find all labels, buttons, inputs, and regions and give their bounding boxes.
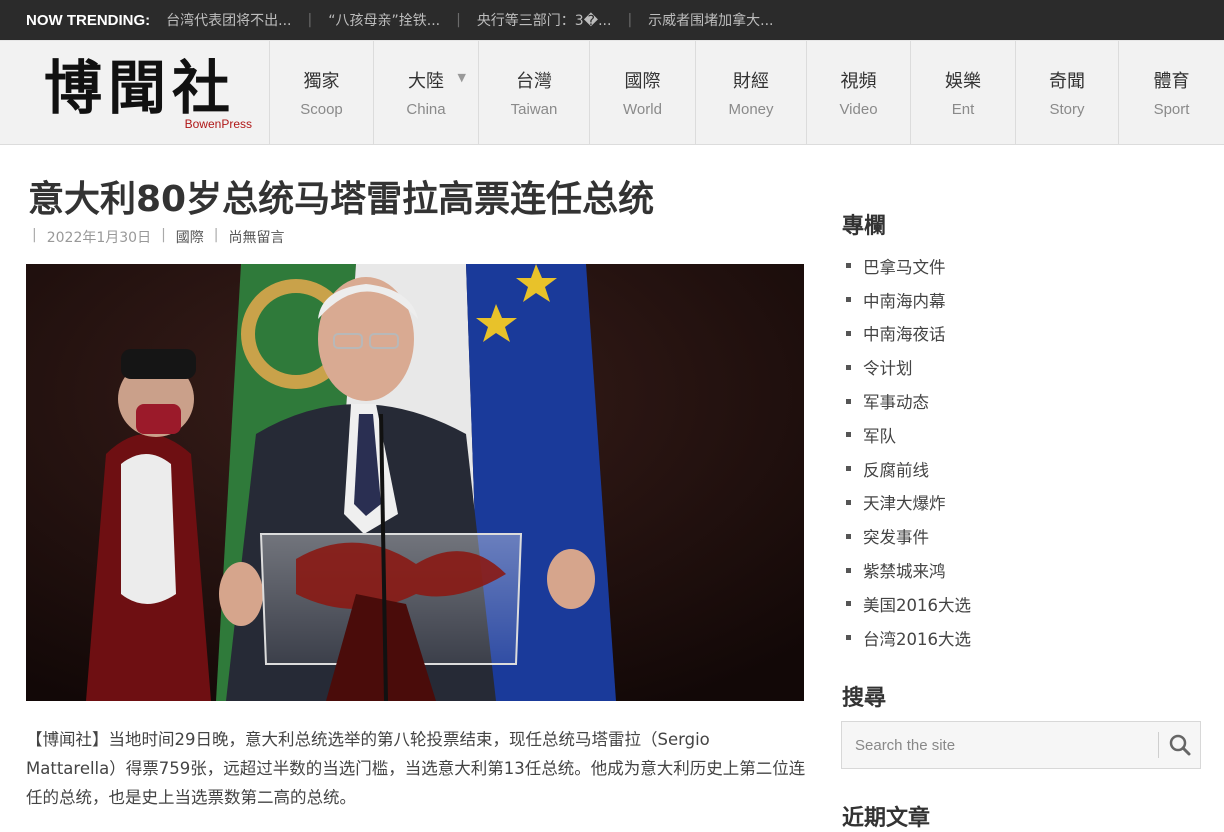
article-body: 【博闻社】当地时间29日晚，意大利总统选举的第八轮投票结束，现任总统马塔雷拉（S…	[26, 730, 806, 807]
trending-link[interactable]: “八孩母亲”拴铁...	[328, 10, 440, 30]
column-link[interactable]: 中南海夜话	[846, 317, 971, 351]
nav-item-story[interactable]: 奇聞 Story	[1015, 41, 1118, 145]
nav-label-en: World	[623, 100, 662, 118]
logo-english: BowenPress	[184, 117, 252, 131]
search-input[interactable]	[842, 722, 1158, 768]
meta-divider: |	[213, 227, 219, 243]
trending-bar: NOW TRENDING: 台湾代表团将不出... | “八孩母亲”拴铁... …	[0, 0, 1224, 40]
dropdown-arrow-icon: ▼	[457, 71, 466, 84]
nav-label-en: Taiwan	[510, 100, 558, 118]
trending-divider: |	[307, 12, 313, 28]
nav-label-en: Video	[839, 100, 878, 118]
article-comments-link[interactable]: 尚無留言	[229, 227, 285, 247]
trending-divider: |	[627, 12, 633, 28]
sidebar-search-heading: 搜尋	[842, 686, 887, 711]
nav-label-en: Scoop	[300, 100, 343, 118]
search-box	[841, 721, 1201, 769]
column-link[interactable]: 军事动态	[846, 384, 971, 418]
columns-list: 巴拿马文件 中南海内幕 中南海夜话 令计划 军事动态 军队 反腐前线 天津大爆炸…	[846, 249, 971, 655]
column-link[interactable]: 紫禁城来鸿	[846, 553, 971, 587]
trending-link[interactable]: 台湾代表团将不出...	[166, 10, 291, 30]
search-button[interactable]	[1158, 732, 1200, 758]
nav-item-ent[interactable]: 娛樂 Ent	[910, 41, 1015, 145]
meta-divider: |	[32, 227, 37, 243]
nav-label-cn: 財經	[733, 70, 769, 92]
nav-label-en: China	[406, 100, 446, 118]
nav-label-en: Sport	[1153, 100, 1190, 118]
nav-item-world[interactable]: 國際 World	[589, 41, 695, 145]
column-link[interactable]: 美国2016大选	[846, 587, 971, 621]
nav-label-cn: 視頻	[840, 70, 877, 92]
main-nav: 獨家 Scoop 大陸 China ▼ 台灣 Taiwan 國際 World 財…	[269, 41, 1224, 145]
nav-label-cn: 台灣	[516, 70, 552, 92]
nav-label-cn: 體育	[1153, 70, 1190, 92]
article-date: 2022年1月30日	[46, 230, 152, 246]
column-link[interactable]: 突发事件	[846, 519, 971, 553]
nav-item-scoop[interactable]: 獨家 Scoop	[269, 41, 373, 145]
sidebar-columns-heading: 專欄	[842, 214, 887, 239]
search-icon	[1169, 734, 1190, 756]
nav-item-taiwan[interactable]: 台灣 Taiwan	[478, 41, 589, 145]
trending-divider: |	[456, 12, 461, 28]
logo-chinese: 博聞社	[44, 54, 237, 122]
nav-label-en: Money	[728, 100, 774, 118]
meta-divider: |	[161, 227, 166, 243]
article-title: 意大利80岁总统马塔雷拉高票连任总统	[28, 179, 655, 220]
column-link[interactable]: 反腐前线	[846, 452, 971, 486]
nav-label-cn: 獨家	[303, 70, 340, 92]
article-meta: | 2022年1月30日 | 國際 | 尚無留言	[32, 227, 285, 247]
nav-label-en: Story	[1049, 100, 1085, 118]
trending-label: NOW TRENDING:	[26, 11, 151, 29]
site-logo[interactable]: 博聞社 BowenPress	[44, 55, 258, 135]
nav-item-sport[interactable]: 體育 Sport	[1118, 41, 1224, 145]
column-link[interactable]: 巴拿马文件	[846, 249, 971, 283]
nav-label-cn: 娛樂	[945, 70, 981, 92]
article-photo	[26, 264, 804, 701]
trending-link[interactable]: 示威者围堵加拿大...	[648, 10, 773, 30]
article-category-link[interactable]: 國際	[176, 227, 204, 247]
column-link[interactable]: 令计划	[846, 350, 971, 384]
nav-label-cn: 大陸	[408, 70, 444, 92]
column-link[interactable]: 中南海内幕	[846, 283, 971, 317]
sidebar-recent-heading: 近期文章	[842, 806, 931, 831]
nav-label-cn: 國際	[624, 70, 661, 92]
site-header: 博聞社 BowenPress 獨家 Scoop 大陸 China ▼ 台灣 Ta…	[0, 40, 1224, 145]
column-link[interactable]: 台湾2016大选	[846, 621, 971, 655]
column-link[interactable]: 军队	[846, 418, 971, 452]
nav-item-china[interactable]: 大陸 China ▼	[373, 41, 478, 145]
nav-label-en: Ent	[951, 100, 975, 118]
nav-item-video[interactable]: 視頻 Video	[806, 41, 910, 145]
column-link[interactable]: 天津大爆炸	[846, 486, 971, 520]
nav-label-cn: 奇聞	[1049, 70, 1085, 92]
trending-link[interactable]: 央行等三部门：3�...	[477, 10, 612, 30]
nav-item-money[interactable]: 財經 Money	[695, 41, 806, 145]
